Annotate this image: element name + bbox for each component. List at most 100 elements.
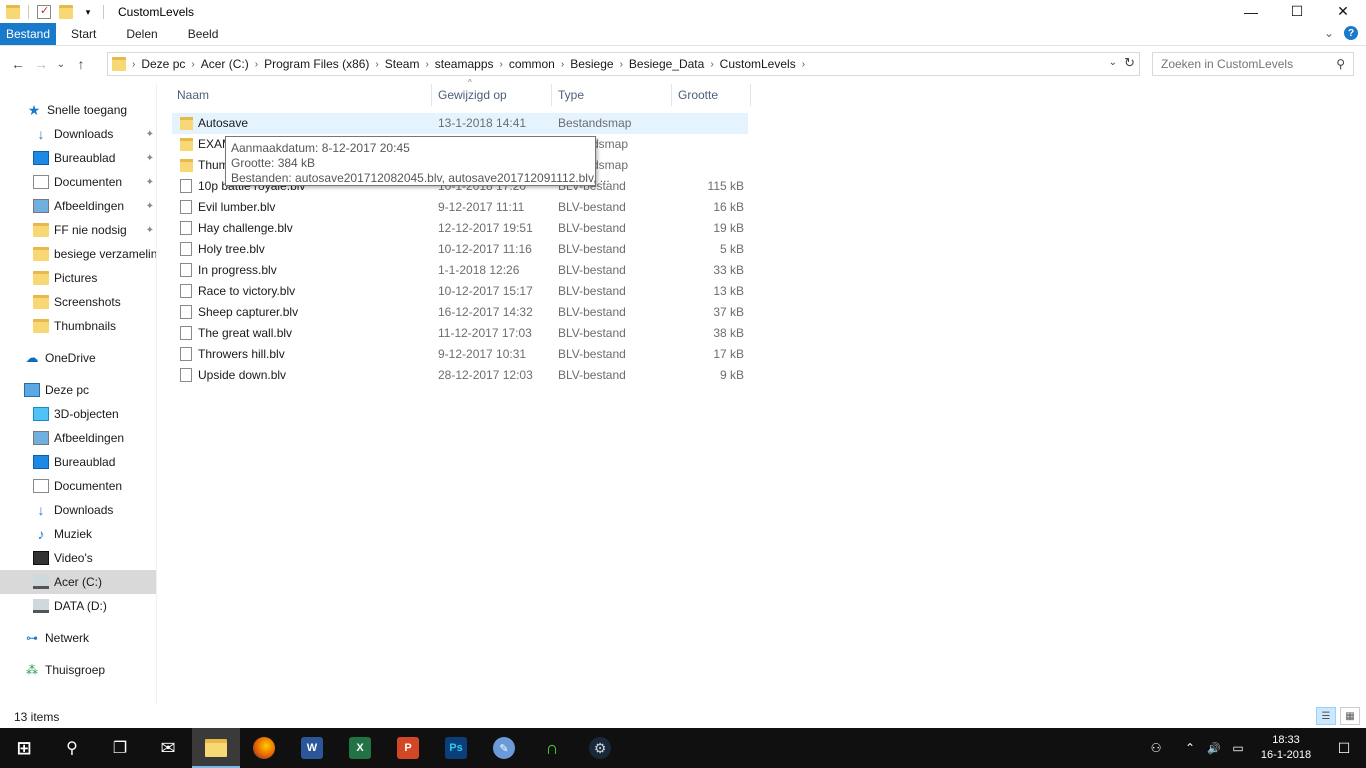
sidebar-item-documenten-pc[interactable]: Documenten [0, 474, 156, 498]
sidebar-item-muziek[interactable]: ♪ Muziek [0, 522, 156, 546]
expand-ribbon-icon[interactable]: ⌄ [1324, 26, 1334, 40]
taskbar-app-paint[interactable]: ✎ [480, 728, 528, 768]
address-dropdown-icon[interactable]: ⌄ [1109, 57, 1117, 68]
address-bar[interactable]: › Deze pc › Acer (C:) › Program Files (x… [107, 52, 1140, 76]
large-icons-view-icon[interactable]: ▦ [1340, 707, 1360, 725]
sidebar-item-3d-objecten[interactable]: 3D-objecten [0, 402, 156, 426]
taskbar-app-photoshop[interactable]: Ps [432, 728, 480, 768]
notifications-icon[interactable]: ☐ [1322, 740, 1366, 757]
taskbar-app-excel[interactable]: X [336, 728, 384, 768]
chevron-down-icon[interactable]: ▾ [81, 5, 95, 19]
sidebar-item-screenshots[interactable]: Screenshots [0, 290, 156, 314]
chevron-up-icon[interactable]: ⌃ [1178, 741, 1202, 755]
sidebar-item-acer-c[interactable]: Acer (C:) [0, 570, 156, 594]
sidebar-item-label: Thumbnails [54, 319, 117, 333]
back-button[interactable]: ← [8, 54, 28, 74]
minimize-button[interactable]: — [1228, 0, 1274, 23]
up-button[interactable]: ↑ [71, 54, 91, 74]
close-button[interactable]: ✕ [1320, 0, 1366, 23]
file-row[interactable]: Autosave 13-1-2018 14:41 Bestandsmap [172, 113, 748, 134]
sidebar-item-ff-nie-nodsig[interactable]: FF nie nodsig ✦ [0, 218, 156, 242]
file-row[interactable]: Evil lumber.blv 9-12-2017 11:11 BLV-best… [172, 197, 748, 218]
taskbar-app-steam[interactable]: ⚙ [576, 728, 624, 768]
task-view-button[interactable]: ❐ [96, 728, 144, 768]
column-header-grootte[interactable]: Grootte [673, 84, 751, 106]
column-header-naam[interactable]: Naam [172, 84, 432, 106]
file-icon [180, 221, 192, 235]
sidebar-item-pictures[interactable]: Pictures [0, 266, 156, 290]
breadcrumb-common[interactable]: common [509, 57, 555, 71]
breadcrumb-steamapps[interactable]: steamapps [435, 57, 494, 71]
sidebar-item-thumbnails[interactable]: Thumbnails [0, 314, 156, 338]
breadcrumb-besiege-data[interactable]: Besiege_Data [629, 57, 704, 71]
file-row[interactable]: Throwers hill.blv 9-12-2017 10:31 BLV-be… [172, 344, 748, 365]
taskbar-app-firefox[interactable] [240, 728, 288, 768]
help-icon[interactable]: ? [1344, 26, 1358, 40]
file-row[interactable]: Race to victory.blv 10-12-2017 15:17 BLV… [172, 281, 748, 302]
maximize-button[interactable]: ☐ [1274, 0, 1320, 23]
sidebar-item-deze-pc[interactable]: Deze pc [0, 378, 156, 402]
refresh-icon[interactable]: ↻ [1124, 55, 1135, 71]
sidebar-item-afbeeldingen-pc[interactable]: Afbeeldingen [0, 426, 156, 450]
taskbar-app-word[interactable]: W [288, 728, 336, 768]
file-row[interactable]: The great wall.blv 11-12-2017 17:03 BLV-… [172, 323, 748, 344]
sidebar-item-downloads-pc[interactable]: ↓ Downloads [0, 498, 156, 522]
breadcrumb-deze-pc[interactable]: Deze pc [141, 57, 185, 71]
pin-icon: ✦ [145, 128, 154, 140]
recent-locations-button[interactable]: ⌄ [54, 54, 68, 74]
details-view-icon[interactable]: ☰ [1316, 707, 1336, 725]
sidebar-item-onedrive[interactable]: ☁ OneDrive [0, 346, 156, 370]
people-icon[interactable]: ⚇ [1144, 741, 1168, 755]
column-header-type[interactable]: Type [553, 84, 672, 106]
search-icon[interactable]: ⚲ [1336, 57, 1345, 71]
taskbar-app-file-explorer[interactable] [192, 728, 240, 768]
file-row[interactable]: Hay challenge.blv 12-12-2017 19:51 BLV-b… [172, 218, 748, 239]
tooltip-created: Aanmaakdatum: 8-12-2017 20:45 [231, 141, 410, 155]
tab-start[interactable]: Start [56, 23, 111, 45]
start-button[interactable]: ⊞ [0, 728, 48, 768]
forward-button[interactable]: → [31, 54, 51, 74]
breadcrumb-program-files[interactable]: Program Files (x86) [264, 57, 369, 71]
taskbar-app-powerpoint[interactable]: P [384, 728, 432, 768]
divider [28, 4, 29, 19]
clock-date: 16-1-2018 [1260, 749, 1312, 761]
sidebar-item-thuisgroep[interactable]: ⁂ Thuisgroep [0, 658, 156, 682]
file-icon [180, 368, 192, 382]
sidebar-item-snelle-toegang[interactable]: ★ Snelle toegang [0, 98, 156, 122]
sidebar-item-netwerk[interactable]: ⊶ Netwerk [0, 626, 156, 650]
volume-icon[interactable]: 🔊 [1202, 742, 1226, 755]
breadcrumb-customlevels[interactable]: CustomLevels [720, 57, 796, 71]
tab-bestand[interactable]: Bestand [0, 23, 56, 45]
file-row[interactable]: Sheep capturer.blv 16-12-2017 14:32 BLV-… [172, 302, 748, 323]
sidebar-item-afbeeldingen[interactable]: Afbeeldingen ✦ [0, 194, 156, 218]
drive-icon [33, 575, 49, 589]
folder-info-tooltip: Aanmaakdatum: 8-12-2017 20:45 Grootte: 3… [225, 136, 610, 186]
properties-icon[interactable]: ✓ [37, 4, 51, 19]
breadcrumb-acer-c[interactable]: Acer (C:) [201, 57, 249, 71]
breadcrumb-steam[interactable]: Steam [385, 57, 420, 71]
window-title: CustomLevels [118, 4, 195, 19]
sidebar-item-bureaublad-pc[interactable]: Bureaublad [0, 450, 156, 474]
search-input[interactable] [1161, 57, 1331, 71]
search-button[interactable]: ⚲ [48, 728, 96, 768]
sidebar-item-documenten[interactable]: Documenten ✦ [0, 170, 156, 194]
taskbar-app-razer[interactable]: ∩ [528, 728, 576, 768]
column-header-gewijzigd-op[interactable]: Gewijzigd op [433, 84, 552, 106]
clock[interactable]: 18:33 16-1-2018 [1250, 733, 1322, 763]
tab-beeld[interactable]: Beeld [173, 23, 234, 45]
file-row[interactable]: Upside down.blv 28-12-2017 12:03 BLV-bes… [172, 365, 748, 386]
file-row[interactable]: Holy tree.blv 10-12-2017 11:16 BLV-besta… [172, 239, 748, 260]
new-folder-icon[interactable] [59, 4, 73, 19]
search-box[interactable]: ⚲ [1152, 52, 1354, 76]
network-icon[interactable]: ▭ [1226, 741, 1250, 755]
folder-icon [112, 57, 126, 71]
sidebar-item-bureaublad[interactable]: Bureaublad ✦ [0, 146, 156, 170]
sidebar-item-downloads[interactable]: ↓ Downloads ✦ [0, 122, 156, 146]
sidebar-item-videos[interactable]: Video's [0, 546, 156, 570]
sidebar-item-data-d[interactable]: DATA (D:) [0, 594, 156, 618]
tab-delen[interactable]: Delen [111, 23, 172, 45]
file-row[interactable]: In progress.blv 1-1-2018 12:26 BLV-besta… [172, 260, 748, 281]
breadcrumb-besiege[interactable]: Besiege [570, 57, 613, 71]
taskbar-app-mail[interactable]: ✉ [144, 728, 192, 768]
sidebar-item-besiege-verzameling[interactable]: besiege verzameling [0, 242, 156, 266]
